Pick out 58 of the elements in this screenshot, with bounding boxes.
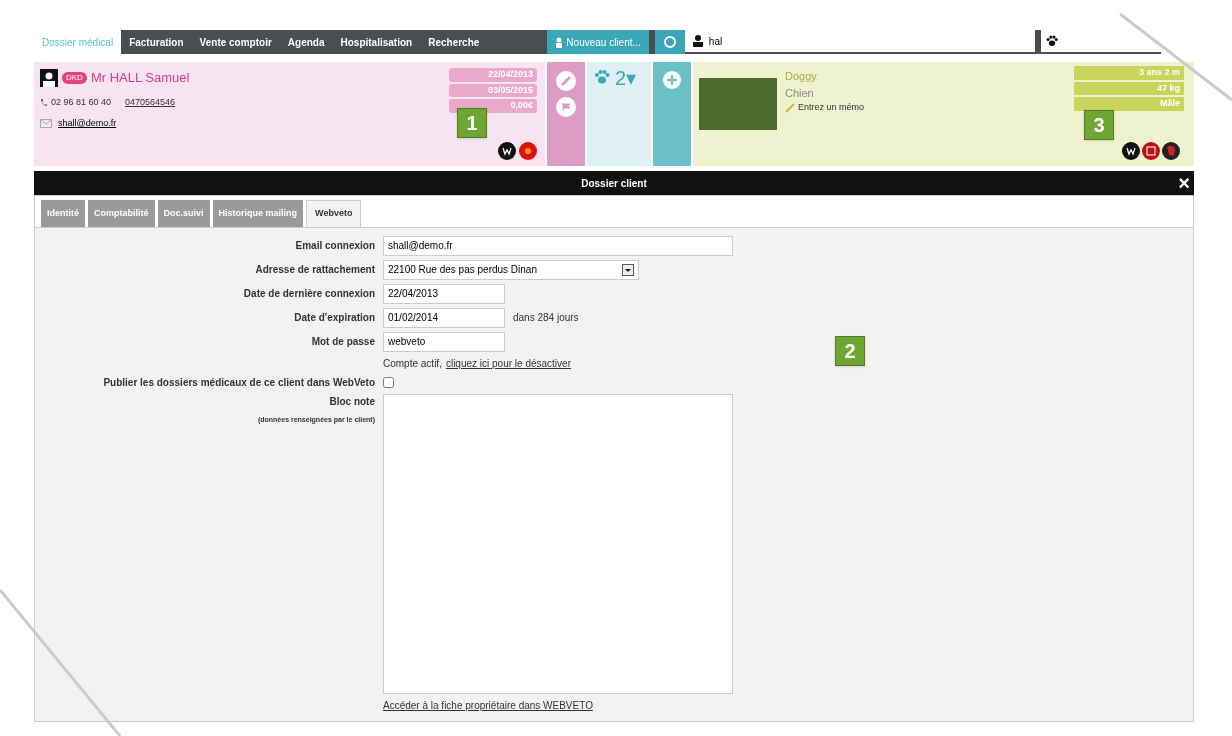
- paw-icon: [1044, 34, 1059, 48]
- paw-icon: [593, 68, 611, 86]
- field-label: Email connexion: [294, 239, 375, 253]
- mobile-number[interactable]: 0470564546: [125, 95, 176, 109]
- nav-tab[interactable]: Vente comptoir: [191, 30, 280, 54]
- memo-field[interactable]: Entrez un mémo: [785, 101, 865, 115]
- client-info-chip: 03/05/2015: [449, 83, 537, 97]
- nav-separator: [1034, 30, 1041, 54]
- animal-info-chip: Mâle: [1074, 97, 1184, 111]
- account-status: Compte actif,: [383, 356, 442, 371]
- person-icon: [555, 36, 564, 48]
- nav-tab[interactable]: Recherche: [420, 30, 488, 54]
- person-icon: [692, 35, 703, 47]
- animal-info-chip: 3 ans 2 m: [1074, 66, 1184, 80]
- client-name: Mr HALL Samuel: [90, 69, 190, 87]
- field-label: Publier les dossiers médicaux de ce client dans WebVeto: [102, 375, 375, 390]
- field-label: Date d'expiration: [293, 311, 375, 325]
- phone-number: 02 96 81 60 40: [51, 95, 112, 109]
- input-field[interactable]: webveto: [383, 331, 505, 352]
- callout-marker: 1: [457, 108, 487, 138]
- nav-tab[interactable]: Facturation: [121, 30, 192, 54]
- field-label: Date de dernière connexion: [242, 287, 375, 301]
- field-label: Adresse de rattachement: [254, 263, 375, 277]
- avatar-icon: [40, 68, 58, 87]
- webveto-icon[interactable]: [1122, 142, 1140, 160]
- dialog-title: Dossier client: [581, 176, 647, 191]
- email-link[interactable]: shall@demo.fr: [58, 117, 117, 131]
- dialog-tab[interactable]: Webveto: [306, 200, 362, 227]
- field-label: Bloc note: [329, 394, 375, 409]
- publish-checkbox[interactable]: [383, 376, 394, 388]
- callout-marker: 3: [1084, 110, 1114, 140]
- client-search-field[interactable]: hal: [684, 30, 1035, 54]
- input-field[interactable]: shall@demo.fr: [383, 235, 733, 256]
- deactivate-link[interactable]: cliquez ici pour le désactiver: [445, 355, 571, 371]
- alert-icon[interactable]: [519, 142, 537, 160]
- client-info-chip: 22/04/2013: [449, 68, 537, 82]
- mail-icon: [40, 119, 52, 129]
- callout-marker: 2: [835, 336, 865, 366]
- refresh-icon: [662, 35, 677, 49]
- animal-species: Chien: [785, 85, 815, 101]
- nav-tab[interactable]: Hospitalisation: [332, 30, 421, 54]
- close-button[interactable]: ×: [1178, 173, 1190, 193]
- phone-icon: [40, 97, 48, 107]
- field-label: Mot de passe: [310, 335, 375, 349]
- animal-name: Doggy: [785, 69, 818, 84]
- webveto-link[interactable]: Accéder à la fiche propriétaire dans WEBVETO: [383, 699, 593, 711]
- client-tag: DKD: [62, 71, 87, 84]
- refresh-button[interactable]: [654, 30, 685, 54]
- pencil-icon: [785, 102, 795, 113]
- nav-tab[interactable]: Agenda: [279, 30, 333, 54]
- nav-separator: [648, 30, 655, 54]
- input-field[interactable]: 01/02/2014: [383, 307, 505, 328]
- animal-info-chip: 47 kg: [1074, 81, 1184, 95]
- webveto-icon[interactable]: [498, 142, 516, 160]
- expiry-note: dans 284 jours: [513, 311, 579, 325]
- input-field[interactable]: 22/04/2013: [383, 283, 505, 304]
- caret-icon: [622, 263, 634, 276]
- address-dropdown[interactable]: 22100 Rue des pas perdus Dinan: [383, 259, 639, 280]
